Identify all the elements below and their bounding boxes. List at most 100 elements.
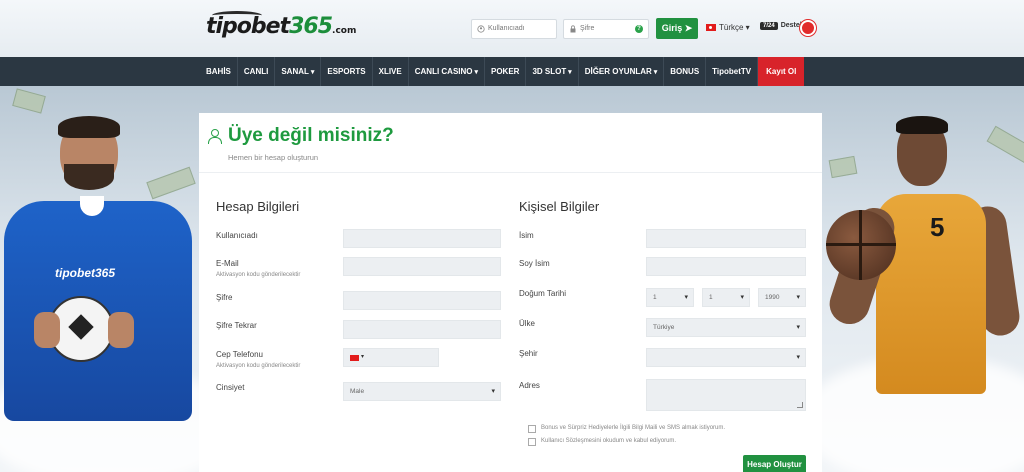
password-label: Şifre bbox=[216, 293, 233, 302]
country-value: Türkiye bbox=[653, 324, 675, 331]
nav-item[interactable]: 3D SLOT bbox=[526, 57, 579, 86]
registration-panel: Üye değil misiniz? Hemen bir hesap oluşt… bbox=[199, 113, 822, 472]
username-placeholder: Kullanıcıadı bbox=[488, 25, 525, 32]
chevron-down-icon: ▾ bbox=[740, 294, 744, 301]
birth-month-value: 1 bbox=[709, 294, 713, 301]
support-link[interactable]: 7/24 Destek bbox=[760, 22, 804, 30]
money-bill-decoration bbox=[828, 155, 858, 179]
surname-field[interactable] bbox=[646, 257, 806, 276]
login-button[interactable]: Giriş ➤ bbox=[656, 18, 698, 39]
nav-item[interactable]: DİĞER OYUNLAR bbox=[579, 57, 665, 86]
main-nav: BAHİSCANLISANALESPORTSXLIVECANLI CASINOP… bbox=[0, 57, 1024, 86]
panel-header: Üye değil misiniz? Hemen bir hesap oluşt… bbox=[199, 113, 822, 173]
turkey-flag-icon bbox=[350, 355, 359, 361]
email-label: E-Mail bbox=[216, 259, 239, 268]
gender-value: Male bbox=[350, 388, 365, 395]
money-bill-decoration bbox=[146, 166, 196, 200]
birth-day-select[interactable]: 1 ▾ bbox=[646, 288, 694, 307]
nav-item[interactable]: POKER bbox=[485, 57, 527, 86]
lifebuoy-icon[interactable] bbox=[800, 20, 816, 36]
birth-year-value: 1990 bbox=[765, 294, 780, 301]
birth-day-value: 1 bbox=[653, 294, 657, 301]
username-input[interactable]: Kullanıcıadı bbox=[471, 19, 557, 39]
phone-field[interactable]: ▾ bbox=[343, 348, 439, 367]
create-account-button[interactable]: Hesap Oluştur bbox=[743, 455, 806, 472]
player-hand bbox=[34, 312, 60, 348]
address-textarea[interactable] bbox=[646, 379, 806, 411]
chevron-down-icon: ▾ bbox=[743, 23, 750, 32]
player-hair bbox=[58, 116, 120, 138]
nav-item[interactable]: BONUS bbox=[664, 57, 707, 86]
password-input[interactable]: Şifre ? bbox=[563, 19, 649, 39]
logo-domain: .com bbox=[332, 26, 357, 36]
top-header: tipobet365.com Kullanıcıadı Şifre ? Giri… bbox=[0, 0, 1024, 57]
username-field[interactable] bbox=[343, 229, 501, 248]
city-select[interactable]: ▾ bbox=[646, 348, 806, 367]
country-label: Ülke bbox=[519, 319, 536, 328]
money-bill-decoration bbox=[986, 125, 1024, 165]
email-hint: Aktivasyon kodu gönderilecektir bbox=[216, 272, 301, 278]
turkey-flag-icon bbox=[706, 24, 716, 32]
email-field[interactable] bbox=[343, 257, 501, 276]
language-label: Türkçe bbox=[719, 23, 744, 32]
username-label: Kullanıcıadı bbox=[216, 231, 258, 240]
player-hand bbox=[108, 312, 134, 348]
nav-item[interactable]: SANAL bbox=[275, 57, 322, 86]
basketball-icon bbox=[826, 210, 896, 280]
player-beard bbox=[64, 164, 114, 190]
lock-icon bbox=[570, 25, 576, 33]
name-label: İsim bbox=[519, 231, 534, 240]
chevron-down-icon: ▾ bbox=[796, 354, 800, 361]
language-select[interactable]: Türkçe ▾ bbox=[706, 23, 750, 32]
birthdate-label: Doğum Tarihi bbox=[519, 289, 566, 298]
chevron-down-icon: ▾ bbox=[491, 388, 495, 395]
birth-month-select[interactable]: 1 ▾ bbox=[702, 288, 750, 307]
account-section-title: Hesap Bilgileri bbox=[216, 199, 300, 214]
password-field[interactable] bbox=[343, 291, 501, 310]
site-logo[interactable]: tipobet365.com bbox=[206, 14, 356, 39]
money-bill-decoration bbox=[12, 88, 46, 114]
nav-item[interactable]: CANLI bbox=[238, 57, 276, 86]
password-repeat-field[interactable] bbox=[343, 320, 501, 339]
address-label: Adres bbox=[519, 381, 540, 390]
gender-label: Cinsiyet bbox=[216, 383, 245, 392]
user-icon bbox=[208, 129, 222, 144]
user-icon bbox=[477, 25, 485, 33]
chevron-down-icon: ▾ bbox=[684, 294, 688, 301]
chevron-down-icon: ▾ bbox=[796, 294, 800, 301]
birth-year-select[interactable]: 1990 ▾ bbox=[758, 288, 806, 307]
phone-hint: Aktivasyon kodu gönderilecektir bbox=[216, 363, 301, 369]
bonus-consent-label: Bonus ve Sürpriz Hediyelerle İlgili Bilg… bbox=[541, 425, 726, 431]
chevron-down-icon[interactable]: ▾ bbox=[361, 353, 364, 360]
jersey-number: 5 bbox=[930, 212, 945, 242]
password-help-icon[interactable]: ? bbox=[635, 25, 643, 33]
logo-number: 365 bbox=[289, 14, 333, 39]
phone-label: Cep Telefonu bbox=[216, 350, 263, 359]
bonus-consent-checkbox[interactable] bbox=[528, 425, 536, 433]
support-badge: 7/24 bbox=[760, 22, 778, 30]
player-hair bbox=[896, 116, 948, 134]
logo-brand: tipobet bbox=[206, 14, 290, 39]
terms-consent-label: Kullanıcı Sözleşmesini okudum ve kabul e… bbox=[541, 438, 677, 444]
page-subtitle: Hemen bir hesap oluşturun bbox=[228, 153, 319, 162]
gender-select[interactable]: Male ▾ bbox=[343, 382, 501, 401]
resize-handle-icon[interactable] bbox=[797, 402, 803, 408]
personal-section-title: Kişisel Bilgiler bbox=[519, 199, 600, 214]
name-field[interactable] bbox=[646, 229, 806, 248]
password-placeholder: Şifre bbox=[580, 25, 595, 32]
jersey-logo: tipobet365 bbox=[55, 266, 116, 280]
nav-item[interactable]: CANLI CASINO bbox=[409, 57, 485, 86]
nav-item[interactable]: BAHİS bbox=[200, 57, 238, 86]
country-select[interactable]: Türkiye ▾ bbox=[646, 318, 806, 337]
terms-consent-checkbox[interactable] bbox=[528, 438, 536, 446]
city-label: Şehir bbox=[519, 349, 538, 358]
nav-item[interactable]: TipobetTV bbox=[706, 57, 759, 86]
register-button[interactable]: Kayıt Ol bbox=[758, 57, 805, 86]
page-title: Üye değil misiniz? bbox=[228, 125, 394, 146]
nav-item[interactable]: ESPORTS bbox=[321, 57, 373, 86]
arrow-circle-right-icon: ➤ bbox=[684, 23, 693, 33]
nav-item[interactable]: XLIVE bbox=[373, 57, 409, 86]
password-repeat-label: Şifre Tekrar bbox=[216, 321, 257, 330]
nav-items: BAHİSCANLISANALESPORTSXLIVECANLI CASINOP… bbox=[200, 57, 805, 86]
surname-label: Soy İsim bbox=[519, 259, 550, 268]
